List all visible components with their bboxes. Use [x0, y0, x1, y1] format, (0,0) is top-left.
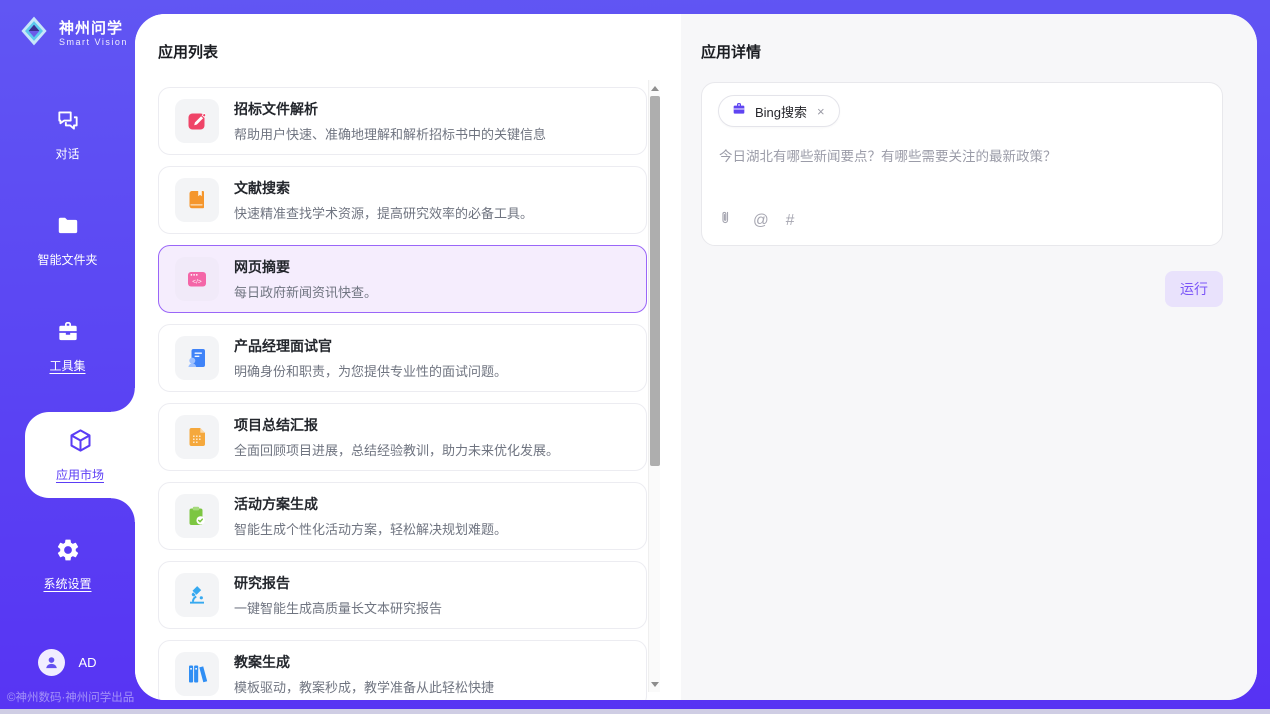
sidebar-item-toolset[interactable]: 工具集	[0, 314, 135, 378]
app-item-description: 模板驱动，教案秒成，教学准备从此轻松快捷	[234, 677, 494, 696]
app-item-project-summary[interactable]: 项目总结汇报 全面回顾项目进展，总结经验教训，助力未来优化发展。	[158, 403, 647, 471]
user-name: AD	[78, 655, 96, 670]
brand-logo: 神州问学 Smart Vision	[16, 13, 128, 54]
sidebar-item-settings[interactable]: 系统设置	[0, 532, 135, 596]
app-item-description: 每日政府新闻资讯快查。	[234, 282, 377, 301]
browser-code-icon: </>	[175, 257, 219, 301]
app-item-name: 文献搜索	[234, 178, 533, 198]
sidebar: 神州问学 Smart Vision 对话	[0, 0, 135, 714]
attachment-toolbar: @ #	[719, 210, 794, 232]
app-item-research-report[interactable]: 研究报告 一键智能生成高质量长文本研究报告	[158, 561, 647, 629]
content-card: 应用列表 招标文件解析 帮助用户快速、准确地理解和解析招标书中的关键信息	[135, 14, 1257, 700]
sidebar-item-label: 对话	[55, 145, 79, 162]
sidebar-item-smart-folder[interactable]: 智能文件夹	[0, 208, 135, 272]
app-item-name: 教案生成	[234, 652, 494, 672]
app-item-description: 一键智能生成高质量长文本研究报告	[234, 598, 442, 617]
app-list: 招标文件解析 帮助用户快速、准确地理解和解析招标书中的关键信息 文献搜索	[158, 87, 647, 700]
sidebar-item-label: 工具集	[49, 357, 85, 374]
app-list-panel: 应用列表 招标文件解析 帮助用户快速、准确地理解和解析招标书中的关键信息	[135, 14, 681, 700]
paperclip-icon[interactable]	[719, 210, 736, 232]
app-item-name: 项目总结汇报	[234, 415, 559, 435]
at-mention-icon[interactable]: @	[753, 212, 769, 230]
copyright-text: ©神州数码·神州问学出品	[7, 689, 134, 705]
tool-chip-label: Bing搜索	[755, 102, 807, 121]
app-list-scrollbar[interactable]	[648, 80, 660, 692]
scrollbar-thumb[interactable]	[650, 96, 660, 466]
sidebar-nav: 对话 智能文件夹 工具集	[0, 102, 135, 596]
brand-tagline: Smart Vision	[59, 37, 128, 48]
app-item-name: 产品经理面试官	[234, 336, 507, 356]
sidebar-item-app-market[interactable]: 应用市场	[25, 412, 135, 498]
app-item-literature-search[interactable]: 文献搜索 快速精准查找学术资源，提高研究效率的必备工具。	[158, 166, 647, 234]
folder-icon	[55, 213, 81, 244]
app-detail-panel: 应用详情 Bing搜索 × 今日湖北有哪些新闻要点？有哪些需要关注的最新政策？	[681, 14, 1257, 700]
book-icon	[175, 178, 219, 222]
run-row: 运行	[701, 271, 1223, 307]
toolbox-icon	[55, 319, 81, 350]
chat-icon	[55, 107, 81, 138]
cube-icon	[67, 427, 94, 459]
hash-tag-icon[interactable]: #	[786, 212, 795, 230]
app-item-bid-parse[interactable]: 招标文件解析 帮助用户快速、准确地理解和解析招标书中的关键信息	[158, 87, 647, 155]
app-item-name: 招标文件解析	[234, 99, 546, 119]
gear-icon	[55, 537, 81, 568]
books-icon	[175, 652, 219, 696]
svg-text:</>: </>	[192, 279, 202, 286]
app-list-title: 应用列表	[158, 41, 218, 62]
app-item-name: 活动方案生成	[234, 494, 507, 514]
app-item-description: 帮助用户快速、准确地理解和解析招标书中的关键信息	[234, 124, 546, 143]
app-item-pm-interviewer[interactable]: 产品经理面试官 明确身份和职责，为您提供专业性的面试问题。	[158, 324, 647, 392]
avatar	[38, 649, 65, 676]
microscope-icon	[175, 573, 219, 617]
app-item-description: 快速精准查找学术资源，提高研究效率的必备工具。	[234, 203, 533, 222]
app-item-description: 全面回顾项目进展，总结经验教训，助力未来优化发展。	[234, 440, 559, 459]
window-bottom-edge	[0, 709, 1270, 714]
scroll-up-arrow[interactable]	[649, 82, 661, 94]
briefcase-icon	[731, 101, 747, 122]
sidebar-item-label: 系统设置	[43, 575, 91, 592]
chip-close-icon[interactable]: ×	[815, 103, 827, 120]
clipboard-check-icon	[175, 494, 219, 538]
interview-resume-icon	[175, 336, 219, 380]
app-detail-title: 应用详情	[701, 41, 761, 62]
brand-name: 神州问学	[59, 20, 128, 37]
sidebar-item-chat[interactable]: 对话	[0, 102, 135, 166]
note-icon	[175, 415, 219, 459]
gem-logo-icon	[16, 13, 52, 54]
run-button[interactable]: 运行	[1165, 271, 1223, 307]
app-item-web-summary[interactable]: </> 网页摘要 每日政府新闻资讯快查。	[158, 245, 647, 313]
app-item-lesson-plan[interactable]: 教案生成 模板驱动，教案秒成，教学准备从此轻松快捷	[158, 640, 647, 700]
app-item-name: 研究报告	[234, 573, 442, 593]
sidebar-item-label: 应用市场	[56, 466, 104, 483]
app-window: 神州问学 Smart Vision 对话	[0, 0, 1270, 714]
app-item-event-plan[interactable]: 活动方案生成 智能生成个性化活动方案，轻松解决规划难题。	[158, 482, 647, 550]
app-item-name: 网页摘要	[234, 257, 377, 277]
user-account[interactable]: AD	[0, 649, 135, 676]
sidebar-item-label: 智能文件夹	[37, 251, 97, 268]
scroll-down-arrow[interactable]	[649, 678, 661, 690]
query-input-card[interactable]: Bing搜索 × 今日湖北有哪些新闻要点？有哪些需要关注的最新政策？ @ #	[701, 82, 1223, 246]
query-text[interactable]: 今日湖北有哪些新闻要点？有哪些需要关注的最新政策？	[719, 147, 1206, 167]
tool-chip-bing-search[interactable]: Bing搜索 ×	[718, 95, 840, 127]
app-item-description: 智能生成个性化活动方案，轻松解决规划难题。	[234, 519, 507, 538]
edit-document-icon	[175, 99, 219, 143]
app-item-description: 明确身份和职责，为您提供专业性的面试问题。	[234, 361, 507, 380]
